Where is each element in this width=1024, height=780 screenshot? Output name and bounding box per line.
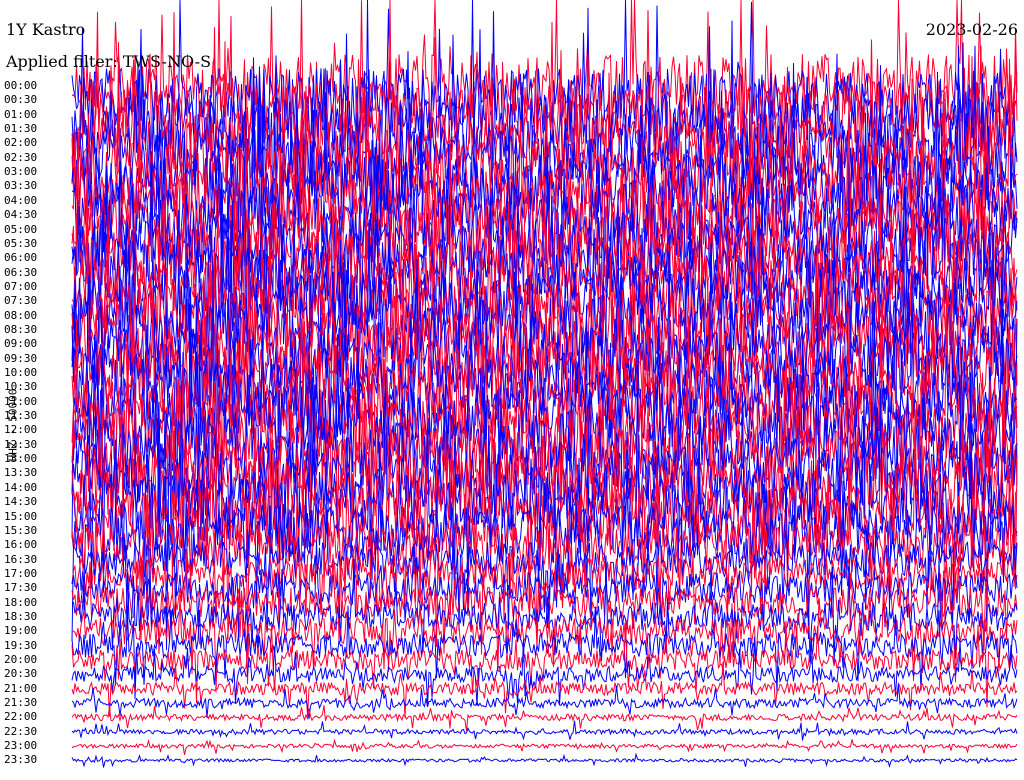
tick-label: 10:30 [4,380,38,394]
tick-label: 09:30 [4,351,38,365]
tick-label: 17:30 [4,581,38,595]
tick-label: 22:30 [4,724,38,738]
tick-label: 19:30 [4,638,38,652]
tick-label: 09:00 [4,337,38,351]
tick-label: 22:00 [4,710,38,724]
tick-label: 10:00 [4,366,38,379]
trace-23:00 [71,738,1018,756]
tick-label: 21:00 [4,681,38,695]
tick-label: 14:30 [4,495,38,509]
tick-label: 23:30 [4,753,38,767]
tick-label: 21:30 [4,696,38,710]
tick-label: 12:00 [4,423,38,437]
tick-label: 11:00 [4,394,38,408]
tick-label: 05:00 [4,222,38,236]
tick-label: 08:00 [4,308,38,322]
tick-label: 20:30 [4,667,38,681]
tick-label: 12:30 [4,437,38,451]
trace-20:00 [71,620,1018,708]
tick-label: 15:30 [4,523,38,537]
tick-label: 01:30 [4,122,38,136]
tick-label: 14:00 [4,480,38,494]
tick-label: 07:00 [4,279,38,293]
seismogram-plot [71,0,1018,769]
tick-label: 05:30 [4,236,38,250]
tick-label: 06:30 [4,265,38,279]
station-title: 1Y Kastro [6,20,86,39]
tick-label: 18:30 [4,609,38,623]
tick-label: 01:00 [4,107,38,121]
tick-label: 13:30 [4,466,38,480]
tick-label: 20:00 [4,653,38,666]
tick-label: 02:00 [4,136,38,150]
tick-label: 03:00 [4,165,38,179]
trace-22:30 [71,720,1018,741]
applied-filter-label: Applied filter: TWS-NO-S [6,52,212,71]
tick-label: 07:30 [4,294,38,308]
tick-label: 06:00 [4,251,38,265]
tick-label: 23:00 [4,739,38,753]
tick-label: 02:30 [4,150,38,164]
tick-label: 03:30 [4,179,38,193]
tick-label: 18:00 [4,595,38,609]
tick-label: 04:00 [4,193,38,207]
trace-20:30 [71,636,1018,707]
tick-label: 08:30 [4,322,38,336]
tick-label: 19:00 [4,624,38,638]
tick-label: 00:00 [4,79,38,92]
tick-label: 13:00 [4,452,38,466]
tick-label: 00:30 [4,93,38,107]
tick-label: 17:00 [4,566,38,580]
tick-label: 11:30 [4,409,38,423]
tick-label: 16:00 [4,538,38,552]
plot-date: 2023-02-26 [925,20,1018,39]
tick-label: 04:30 [4,208,38,222]
tick-label: 15:00 [4,509,38,523]
trace-23:30 [71,752,1018,769]
tick-label: 16:30 [4,552,38,566]
